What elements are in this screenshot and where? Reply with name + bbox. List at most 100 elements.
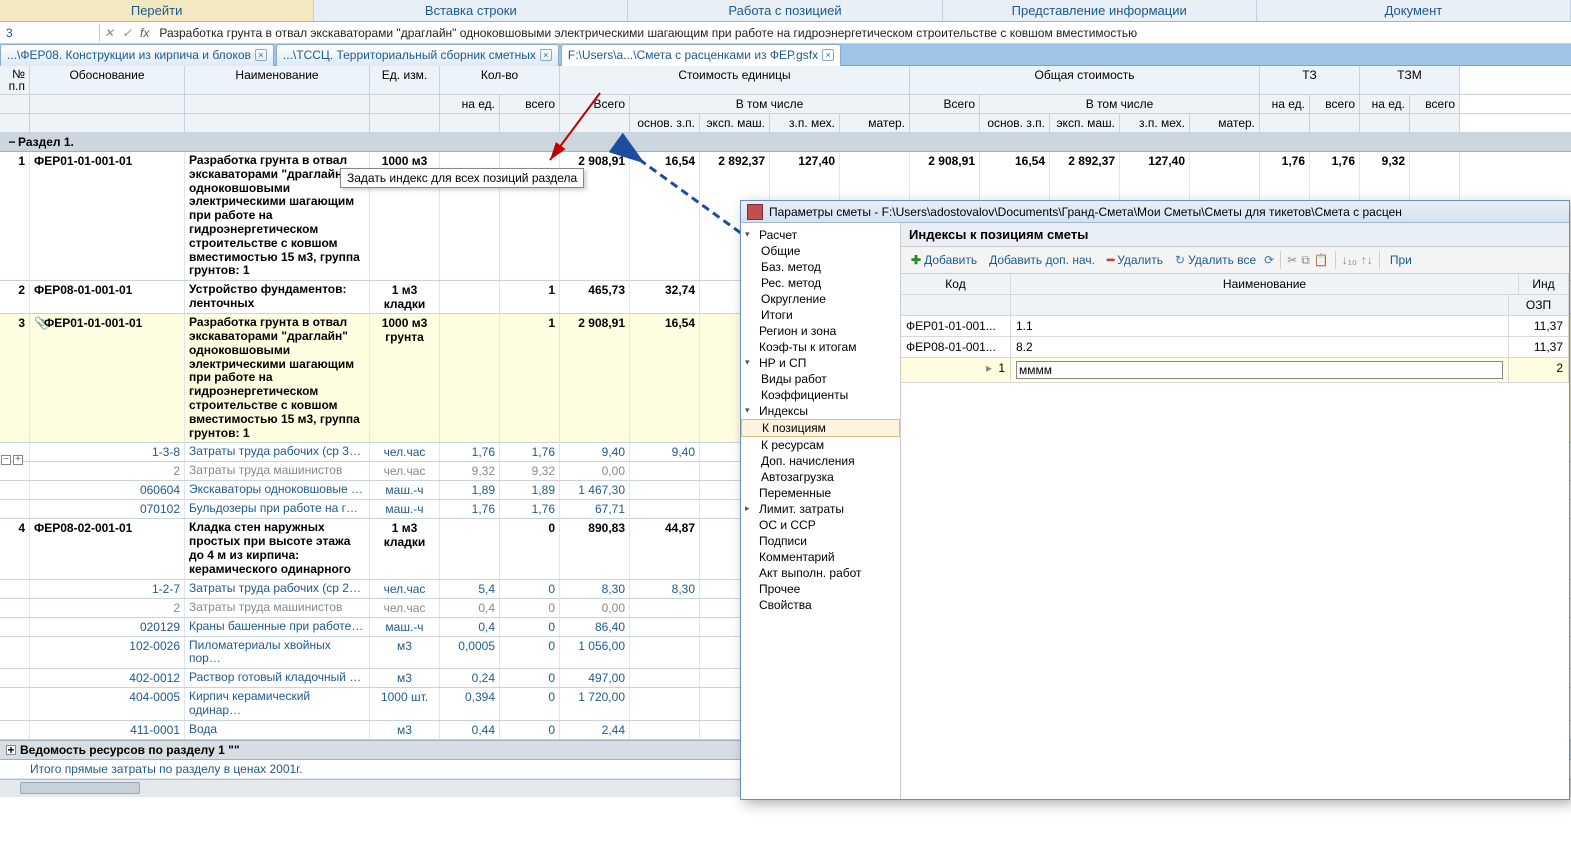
tree-node[interactable]: Переменные <box>741 485 900 501</box>
idx-edit-ozp[interactable]: 2 <box>1509 358 1569 382</box>
cell-vsego1[interactable]: 1,76 <box>500 500 560 518</box>
cell-vsego1[interactable]: 9,32 <box>500 462 560 480</box>
cell-naed[interactable]: 0,44 <box>440 721 500 739</box>
cell-np[interactable] <box>0 637 30 669</box>
cell-naim[interactable]: Краны башенные при работе… <box>185 618 370 636</box>
cell-obosn[interactable]: 2 <box>30 599 185 617</box>
cell-obosn[interactable]: 402-0012 <box>30 669 185 687</box>
cell-osn[interactable]: 9,40 <box>630 443 700 461</box>
copy-icon[interactable]: ⧉ <box>1301 253 1310 268</box>
cell-np[interactable] <box>0 688 30 720</box>
cell-naed[interactable]: 1,76 <box>440 500 500 518</box>
ribbon-tab-work-position[interactable]: Работа с позицией <box>628 0 942 21</box>
tree-node[interactable]: Автозагрузка <box>741 469 900 485</box>
expand-icon[interactable]: + <box>13 455 23 465</box>
cell-osn[interactable] <box>630 721 700 739</box>
tree-node[interactable]: ▸Лимит. затраты <box>741 501 900 517</box>
cell-naim[interactable]: Раствор готовый кладочный … <box>185 669 370 687</box>
tree-node[interactable]: Коэффициенты <box>741 387 900 403</box>
idx-name-input[interactable] <box>1016 361 1503 379</box>
cell-vsego1[interactable]: 0 <box>500 618 560 636</box>
cell-osn[interactable] <box>630 688 700 720</box>
cell-osn[interactable]: 32,74 <box>630 281 700 313</box>
tree-node[interactable]: Итоги <box>741 307 900 323</box>
cell-vsego2[interactable]: 0,00 <box>560 599 630 617</box>
cell-naed[interactable]: 5,4 <box>440 580 500 598</box>
params-titlebar[interactable]: Параметры сметы - F:\Users\adostovalov\D… <box>741 201 1569 223</box>
cell-osn[interactable]: 16,54 <box>630 152 700 280</box>
cell-vsego2[interactable]: 67,71 <box>560 500 630 518</box>
cell-np[interactable] <box>0 481 30 499</box>
tree-node[interactable]: ▾Индексы <box>741 403 900 419</box>
cell-ed[interactable]: маш.-ч <box>370 500 440 518</box>
idx-cell-ozp[interactable]: 11,37 <box>1509 337 1569 357</box>
idx-cell-naim[interactable]: 1.1 <box>1011 316 1509 336</box>
cell-vsego2[interactable]: 2,44 <box>560 721 630 739</box>
tree-node[interactable]: ОС и ССР <box>741 517 900 533</box>
tree-node[interactable]: К позициям <box>741 419 900 437</box>
cell-np[interactable]: 1 <box>0 152 30 280</box>
cell-vsego1[interactable]: 1,76 <box>500 443 560 461</box>
cell-naim[interactable]: Вода <box>185 721 370 739</box>
cell-naed[interactable]: 0,0005 <box>440 637 500 669</box>
idx-cell-naim[interactable]: 8.2 <box>1011 337 1509 357</box>
cell-osn[interactable]: 8,30 <box>630 580 700 598</box>
cell-vsego2[interactable]: 1 720,00 <box>560 688 630 720</box>
ribbon-tab-insert-row[interactable]: Вставка строки <box>314 0 628 21</box>
cell-obosn[interactable]: 070102 <box>30 500 185 518</box>
cell-vsego2[interactable]: 465,73 <box>560 281 630 313</box>
tree-node[interactable]: К ресурсам <box>741 437 900 453</box>
delete-all-button[interactable]: ↻Удалить все <box>1171 251 1260 269</box>
cell-naim[interactable]: Затраты труда машинистов <box>185 599 370 617</box>
cell-obosn[interactable]: ФЕР08-01-001-01 <box>30 281 185 313</box>
tree-toggle-icon[interactable]: ▾ <box>745 229 755 239</box>
cell-ed[interactable]: чел.час <box>370 599 440 617</box>
cell-np[interactable] <box>0 462 30 480</box>
cell-obosn[interactable]: 102-0026 <box>30 637 185 669</box>
tree-node[interactable]: ▾НР и СП <box>741 355 900 371</box>
tree-toggle-icon[interactable]: ▾ <box>745 405 755 415</box>
pri-button[interactable]: При <box>1386 251 1416 269</box>
cell-ed[interactable]: м3 <box>370 669 440 687</box>
cell-obosn[interactable]: 411-0001 <box>30 721 185 739</box>
cut-icon[interactable]: ✂ <box>1287 253 1297 267</box>
close-icon[interactable]: × <box>822 49 834 61</box>
cell-vsego1[interactable]: 1 <box>500 314 560 442</box>
ribbon-tab-goto[interactable]: Перейти <box>0 0 314 21</box>
cell-osn[interactable]: 44,87 <box>630 519 700 578</box>
close-icon[interactable]: × <box>540 49 552 61</box>
cell-osn[interactable] <box>630 599 700 617</box>
tree-node[interactable]: Регион и зона <box>741 323 900 339</box>
sort-asc-icon[interactable]: ↓₁₀ <box>1342 253 1357 267</box>
cell-obosn[interactable]: 2 <box>30 462 185 480</box>
cell-naim[interactable]: Затраты труда рабочих (ср 3… <box>185 443 370 461</box>
fx-icon[interactable]: fx <box>136 26 153 40</box>
cell-np[interactable] <box>0 669 30 687</box>
formula-accept-icon[interactable]: ✓ <box>118 26 136 40</box>
cell-osn[interactable] <box>630 481 700 499</box>
tree-toggle-icon[interactable]: ▾ <box>745 357 755 367</box>
cell-obosn[interactable]: ФЕР08-02-001-01 <box>30 519 185 578</box>
cell-vsego2[interactable]: 1 056,00 <box>560 637 630 669</box>
cell-vsego1[interactable]: 0 <box>500 599 560 617</box>
cell-obosn[interactable]: 1-2-7 <box>30 580 185 598</box>
cell-ed[interactable]: маш.-ч <box>370 618 440 636</box>
cell-naed[interactable]: 9,32 <box>440 462 500 480</box>
cell-ed[interactable]: чел.час <box>370 580 440 598</box>
cell-naim[interactable]: Затраты труда рабочих (ср 2… <box>185 580 370 598</box>
cell-np[interactable] <box>0 599 30 617</box>
tree-node[interactable]: Комментарий <box>741 549 900 565</box>
doc-tab[interactable]: F:\Users\a...\Смета с расценками из ФЕР.… <box>561 44 841 66</box>
cell-osn[interactable] <box>630 637 700 669</box>
cell-naed[interactable] <box>440 519 500 578</box>
cell-naim[interactable]: Затраты труда машинистов <box>185 462 370 480</box>
tree-node[interactable]: Виды работ <box>741 371 900 387</box>
cell-obosn[interactable]: 020129 <box>30 618 185 636</box>
section-row-1[interactable]: − Раздел 1. <box>0 133 1571 152</box>
tree-node[interactable]: Свойства <box>741 597 900 613</box>
add-button[interactable]: ✚Добавить <box>907 251 981 269</box>
cell-vsego2[interactable]: 1 467,30 <box>560 481 630 499</box>
cell-naed[interactable]: 1,89 <box>440 481 500 499</box>
cell-vsego1[interactable]: 0 <box>500 637 560 669</box>
idx-edit-naim[interactable] <box>1011 358 1509 382</box>
